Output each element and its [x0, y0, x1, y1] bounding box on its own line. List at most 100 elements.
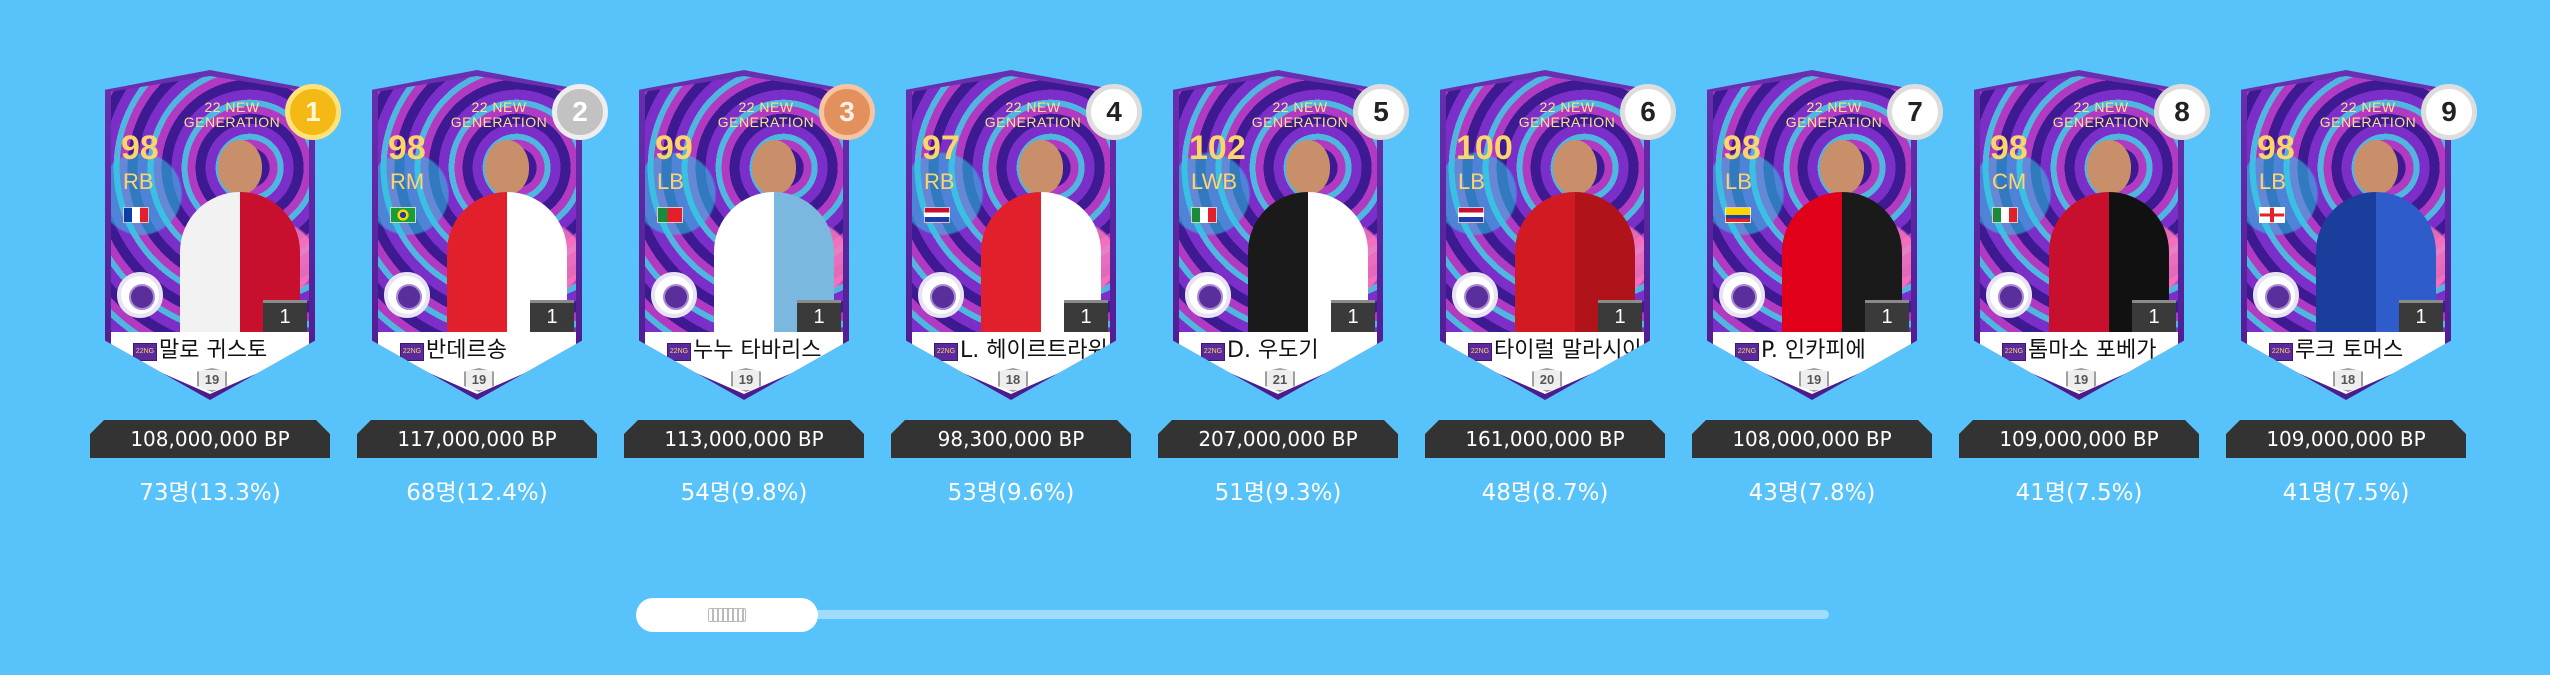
- name-plate: 22NG D. 우도기 21: [1179, 332, 1377, 394]
- overall-rating: 98: [2257, 129, 2295, 167]
- rank-medal-icon: 1: [285, 84, 341, 140]
- rank-medal-icon: 3: [819, 84, 875, 140]
- price-label: 108,000,000 BP: [90, 420, 330, 458]
- player-card-slot[interactable]: 22 NEW GENERATION 99 LB 1 22NG 누누 타바리스 19…: [624, 0, 875, 540]
- age-badge: 19: [731, 368, 761, 392]
- player-card-slot[interactable]: 22 NEW GENERATION 100 LB 1 22NG 타이럴 말라시아 …: [1425, 0, 1676, 540]
- position-label: CM: [1992, 169, 2027, 194]
- overall-rating: 99: [655, 129, 693, 167]
- price-label: 109,000,000 BP: [2226, 420, 2466, 458]
- rank-medal-icon: 7: [1887, 84, 1943, 140]
- player-head: [485, 140, 529, 194]
- club-badge-icon: [117, 272, 163, 318]
- name-plate: 22NG P. 인카피에 19: [1713, 332, 1911, 394]
- player-head: [1019, 140, 1063, 194]
- name-plate: 22NG 루크 토머스 18: [2247, 332, 2445, 394]
- pick-rate: 41명(7.5%): [2282, 480, 2410, 506]
- rank-medal-icon: 2: [552, 84, 608, 140]
- upgrade-grade: 1: [2132, 300, 2176, 332]
- pick-rate: 54명(9.8%): [680, 480, 808, 506]
- player-name: 톰마소 포베가: [2028, 338, 2157, 363]
- age-badge: 19: [1799, 368, 1829, 392]
- season-icon: 22NG: [133, 343, 157, 361]
- player-name: 루크 토머스: [2295, 338, 2404, 363]
- player-card[interactable]: 22 NEW GENERATION 98 RB 1 22NG 말로 귀스토 19: [105, 70, 315, 400]
- club-badge-icon: [918, 272, 964, 318]
- player-name: 타이럴 말라시아: [1494, 338, 1640, 363]
- overall-rating: 98: [121, 129, 159, 167]
- upgrade-grade: 1: [1331, 300, 1375, 332]
- season-icon: 22NG: [934, 343, 958, 361]
- player-card[interactable]: 22 NEW GENERATION 102 LWB 1 22NG D. 우도기 2…: [1173, 70, 1383, 400]
- price-label: 109,000,000 BP: [1959, 420, 2199, 458]
- pick-rate: 51명(9.3%): [1214, 480, 1342, 506]
- age-badge: 19: [464, 368, 494, 392]
- price-label: 108,000,000 BP: [1692, 420, 1932, 458]
- club-badge-icon: [1452, 272, 1498, 318]
- rank-medal-icon: 9: [2421, 84, 2477, 140]
- name-plate: 22NG 말로 귀스토 19: [111, 332, 309, 394]
- age-badge: 21: [1265, 368, 1295, 392]
- player-head: [2087, 140, 2131, 194]
- season-icon: 22NG: [400, 343, 424, 361]
- upgrade-grade: 1: [1865, 300, 1909, 332]
- club-badge-icon: [384, 272, 430, 318]
- nation-flag-icon: [1458, 207, 1484, 223]
- player-card-slot[interactable]: 22 NEW GENERATION 98 RM 1 22NG 반데르송 19 2 …: [357, 0, 608, 540]
- upgrade-grade: 1: [263, 300, 307, 332]
- club-badge-icon: [2253, 272, 2299, 318]
- name-plate: 22NG 톰마소 포베가 19: [1980, 332, 2178, 394]
- player-name: 누누 타바리스: [693, 338, 822, 363]
- name-plate: 22NG L. 헤이르트라위 18: [912, 332, 1110, 394]
- player-card[interactable]: 22 NEW GENERATION 98 LB 1 22NG 루크 토머스 18: [2241, 70, 2451, 400]
- player-card-slot[interactable]: 22 NEW GENERATION 102 LWB 1 22NG D. 우도기 2…: [1158, 0, 1409, 540]
- player-name: 말로 귀스토: [159, 338, 268, 363]
- player-name: P. 인카피에: [1761, 338, 1866, 363]
- player-name: 반데르송: [426, 338, 507, 363]
- carousel-scroll-thumb[interactable]: [636, 598, 818, 632]
- player-card[interactable]: 22 NEW GENERATION 97 RB 1 22NG L. 헤이르트라위 …: [906, 70, 1116, 400]
- player-card[interactable]: 22 NEW GENERATION 100 LB 1 22NG 타이럴 말라시아 …: [1440, 70, 1650, 400]
- position-label: RB: [924, 169, 955, 194]
- position-label: RB: [123, 169, 154, 194]
- age-badge: 20: [1532, 368, 1562, 392]
- overall-rating: 98: [1723, 129, 1761, 167]
- nation-flag-icon: [390, 207, 416, 223]
- pick-rate: 73명(13.3%): [139, 480, 281, 506]
- player-card-slot[interactable]: 22 NEW GENERATION 98 CM 1 22NG 톰마소 포베가 19…: [1959, 0, 2210, 540]
- player-card[interactable]: 22 NEW GENERATION 98 LB 1 22NG P. 인카피에 19: [1707, 70, 1917, 400]
- season-icon: 22NG: [1735, 343, 1759, 361]
- player-card-slot[interactable]: 22 NEW GENERATION 98 LB 1 22NG P. 인카피에 19…: [1692, 0, 1943, 540]
- pick-rate: 48명(8.7%): [1481, 480, 1609, 506]
- nation-flag-icon: [1992, 207, 2018, 223]
- player-card[interactable]: 22 NEW GENERATION 98 CM 1 22NG 톰마소 포베가 19: [1974, 70, 2184, 400]
- age-badge: 18: [998, 368, 1028, 392]
- player-card[interactable]: 22 NEW GENERATION 98 RM 1 22NG 반데르송 19: [372, 70, 582, 400]
- rank-medal-icon: 4: [1086, 84, 1142, 140]
- player-head: [218, 140, 262, 194]
- price-label: 113,000,000 BP: [624, 420, 864, 458]
- player-card-slot[interactable]: 22 NEW GENERATION 97 RB 1 22NG L. 헤이르트라위 …: [891, 0, 1142, 540]
- overall-rating: 102: [1189, 129, 1246, 167]
- age-badge: 18: [2333, 368, 2363, 392]
- position-label: RM: [390, 169, 425, 194]
- player-card-slot[interactable]: 22 NEW GENERATION 98 LB 1 22NG 루크 토머스 18 …: [2226, 0, 2477, 540]
- player-card-slot[interactable]: 22 NEW GENERATION 98 RB 1 22NG 말로 귀스토 19 …: [90, 0, 341, 540]
- season-icon: 22NG: [2269, 343, 2293, 361]
- club-badge-icon: [1185, 272, 1231, 318]
- age-badge: 19: [197, 368, 227, 392]
- season-icon: 22NG: [1468, 343, 1492, 361]
- season-icon: 22NG: [667, 343, 691, 361]
- player-card[interactable]: 22 NEW GENERATION 99 LB 1 22NG 누누 타바리스 19: [639, 70, 849, 400]
- position-label: LB: [1725, 169, 1752, 194]
- position-label: LB: [657, 169, 684, 194]
- name-plate: 22NG 반데르송 19: [378, 332, 576, 394]
- club-badge-icon: [651, 272, 697, 318]
- season-icon: 22NG: [2002, 343, 2026, 361]
- nation-flag-icon: [2259, 207, 2285, 223]
- age-badge: 19: [2066, 368, 2096, 392]
- pick-rate: 41명(7.5%): [2015, 480, 2143, 506]
- upgrade-grade: 1: [1064, 300, 1108, 332]
- player-card-carousel[interactable]: 22 NEW GENERATION 98 RB 1 22NG 말로 귀스토 19 …: [0, 0, 2550, 540]
- nation-flag-icon: [657, 207, 683, 223]
